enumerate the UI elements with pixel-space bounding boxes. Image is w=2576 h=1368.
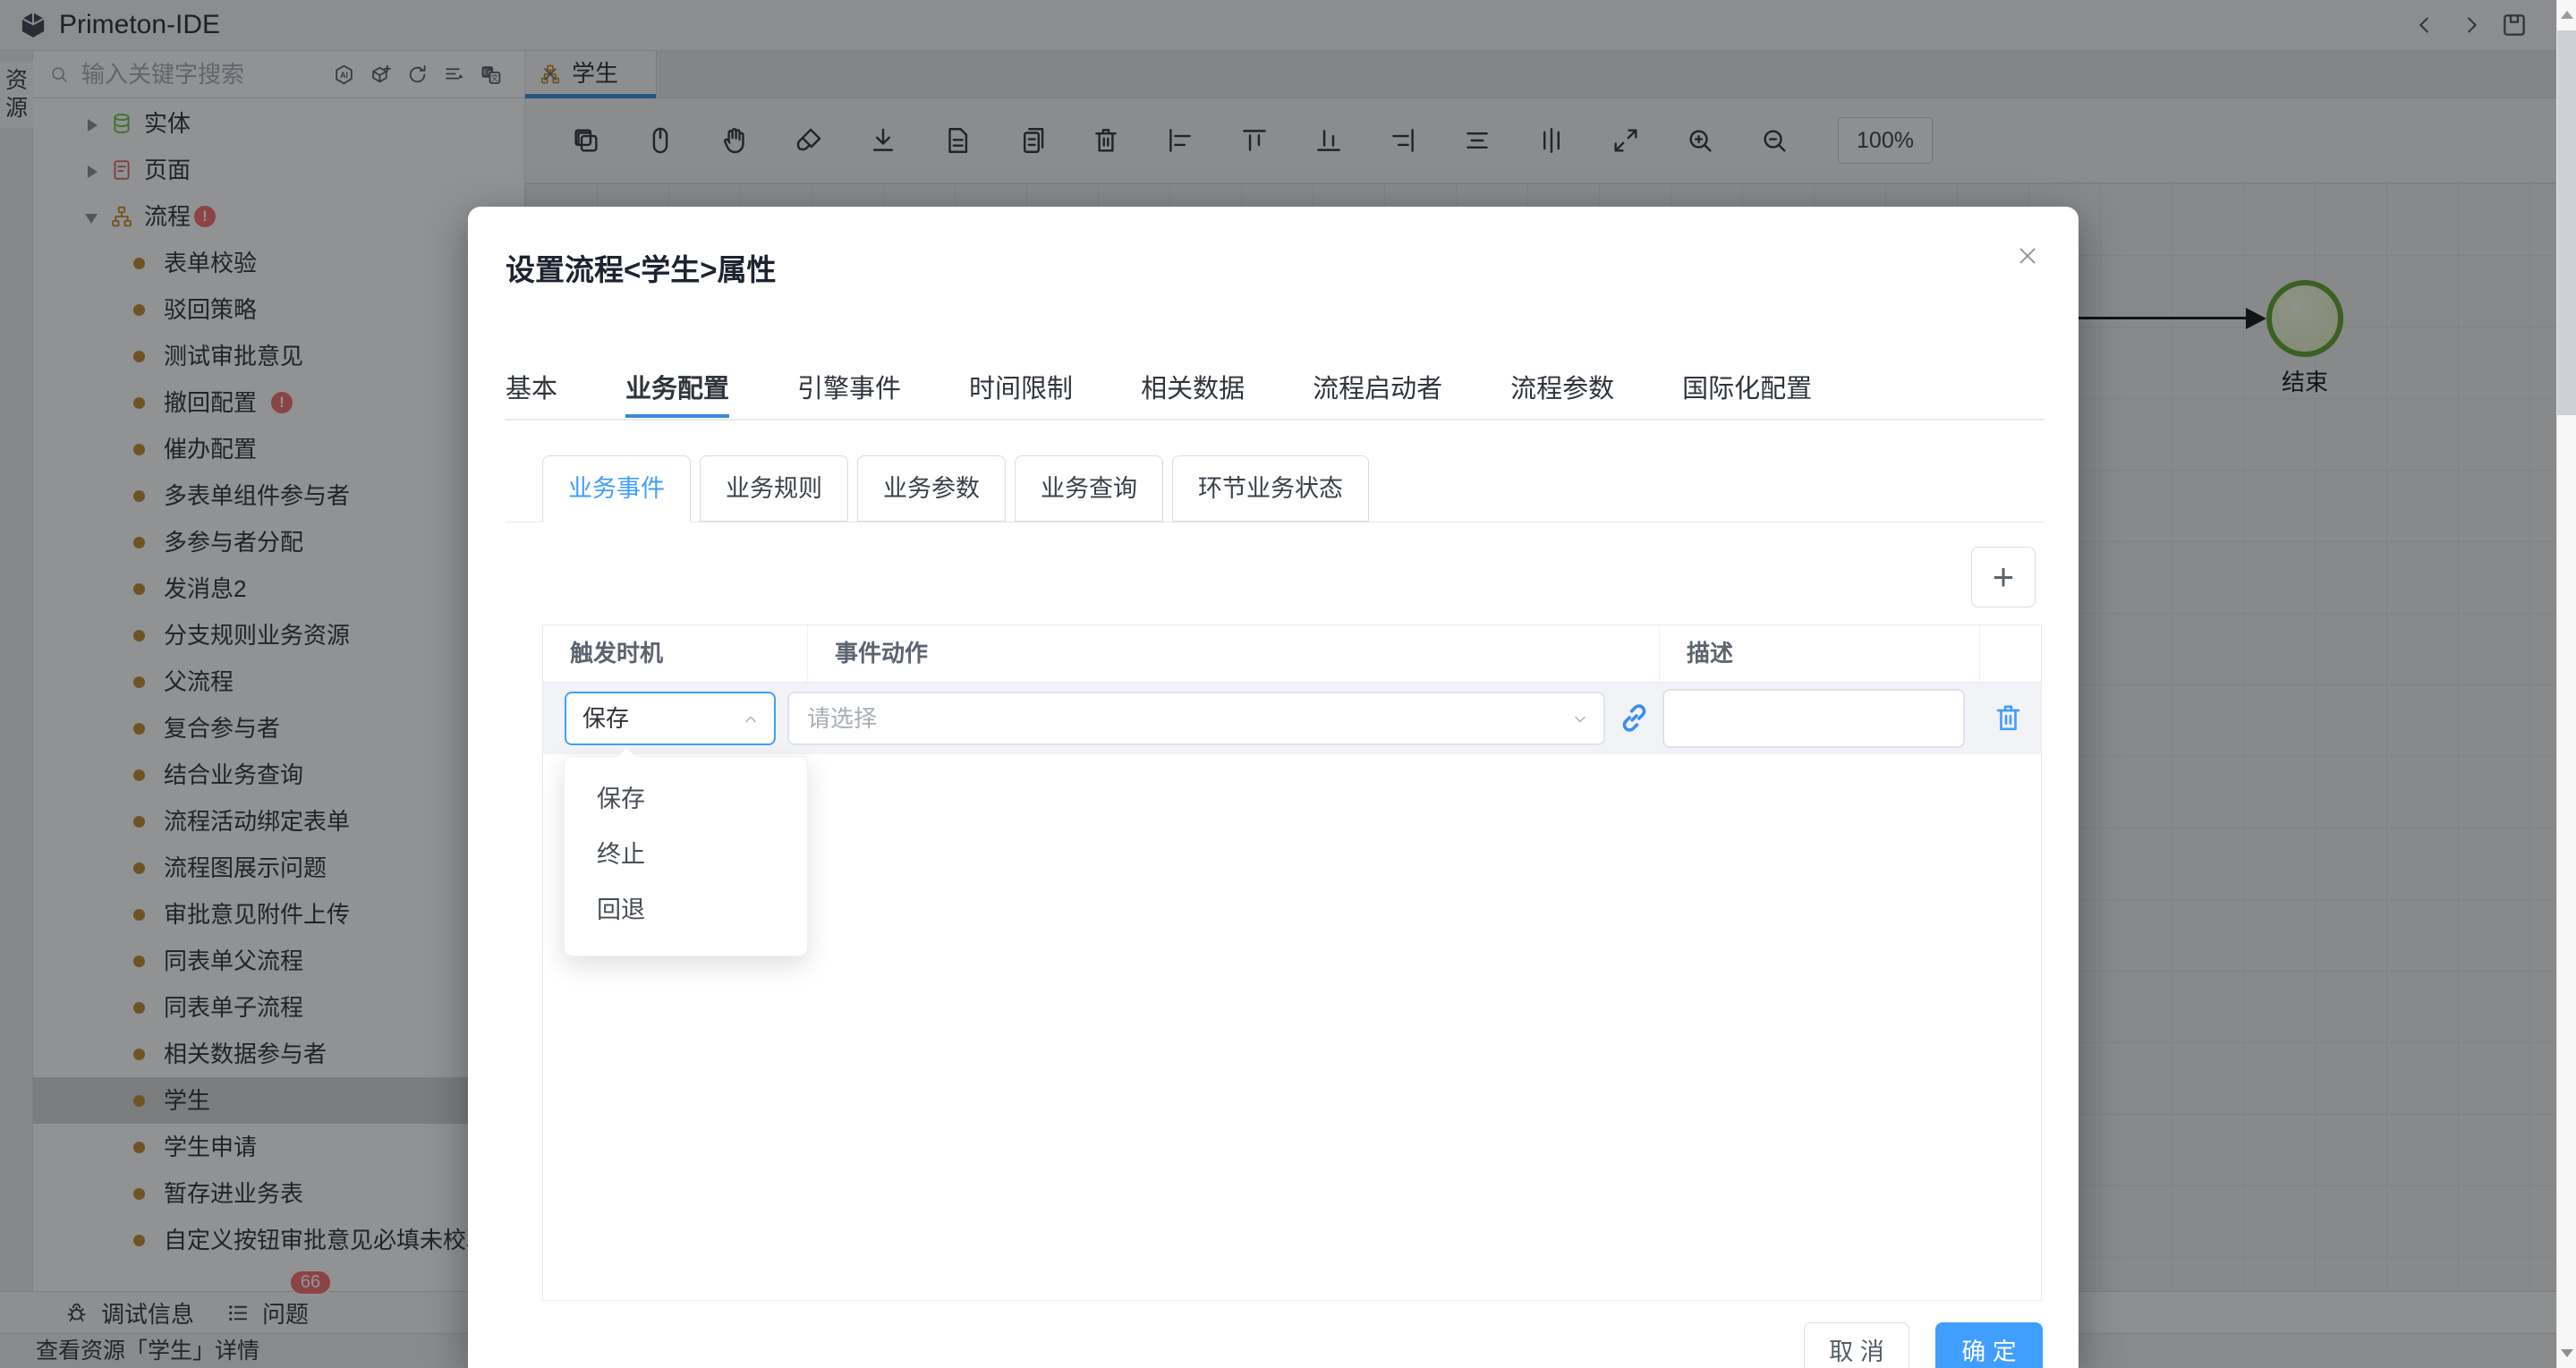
table-column-header: 触发时机 <box>543 625 808 682</box>
dialog-close-icon[interactable] <box>2014 242 2041 269</box>
primeton-ide-window: Primeton-IDE 资源 AIEn文 实体 <box>0 0 2576 1368</box>
dropdown-option[interactable]: 终止 <box>565 827 807 882</box>
business-config-subtabs: 业务事件业务规则业务参数业务查询环节业务状态 <box>542 455 1369 523</box>
dialog-title: 设置流程<学生>属性 <box>506 246 777 289</box>
dialog-tab[interactable]: 基本 <box>506 373 557 418</box>
dialog-tab[interactable]: 国际化配置 <box>1682 373 1812 418</box>
dialog-tabs: 基本 业务配置 引擎事件 时间限制 相关数据 流程启动者 流程参数 国际化配置 <box>506 373 1812 418</box>
trigger-select[interactable]: 保存 <box>565 692 776 745</box>
dialog-tab[interactable]: 流程启动者 <box>1313 373 1442 418</box>
cancel-button[interactable]: 取 消 <box>1804 1322 1909 1368</box>
link-icon[interactable] <box>1616 700 1653 736</box>
trigger-select-dropdown: 保存终止回退 <box>564 756 808 956</box>
dialog-tab[interactable]: 相关数据 <box>1141 373 1245 418</box>
chevron-up-icon <box>740 709 761 730</box>
tabs-divider <box>506 419 2045 421</box>
trigger-select-value: 保存 <box>582 693 629 743</box>
subtab[interactable]: 环节业务状态 <box>1172 455 1369 522</box>
dialog-tab[interactable]: 时间限制 <box>969 373 1073 418</box>
event-action-select[interactable]: 请选择 <box>787 692 1605 745</box>
scrollbar-thumb[interactable] <box>2557 30 2576 415</box>
scroll-up-icon[interactable] <box>2561 11 2573 19</box>
dialog-tab[interactable]: 业务配置 <box>625 373 729 418</box>
dropdown-option[interactable]: 保存 <box>565 771 807 827</box>
chevron-down-icon <box>1569 709 1591 730</box>
dialog-tab[interactable]: 引擎事件 <box>797 373 901 418</box>
table-header-row: 触发时机事件动作描述 <box>543 625 2041 683</box>
subtab[interactable]: 业务查询 <box>1015 455 1163 522</box>
window-scrollbar[interactable] <box>2556 0 2576 1368</box>
dialog-tab[interactable]: 流程参数 <box>1510 373 1614 418</box>
event-action-placeholder: 请选择 <box>807 693 877 743</box>
confirm-button[interactable]: 确 定 <box>1935 1322 2043 1368</box>
business-events-table: 触发时机事件动作描述 保存 请选择 <box>542 625 2042 1301</box>
add-row-button[interactable]: + <box>1971 547 2036 608</box>
dropdown-option[interactable]: 回退 <box>565 882 807 938</box>
subtab[interactable]: 业务事件 <box>542 455 691 523</box>
table-column-header: 事件动作 <box>808 625 1660 682</box>
dropdown-options: 保存终止回退 <box>565 771 807 938</box>
delete-row-icon[interactable] <box>1992 701 2025 735</box>
table-row: 保存 请选择 <box>543 683 2041 754</box>
subtab[interactable]: 业务参数 <box>857 455 1006 522</box>
scroll-down-icon[interactable] <box>2561 1349 2573 1357</box>
description-input[interactable] <box>1662 689 1965 748</box>
table-column-header: 描述 <box>1660 625 1980 682</box>
subtab[interactable]: 业务规则 <box>700 455 848 522</box>
